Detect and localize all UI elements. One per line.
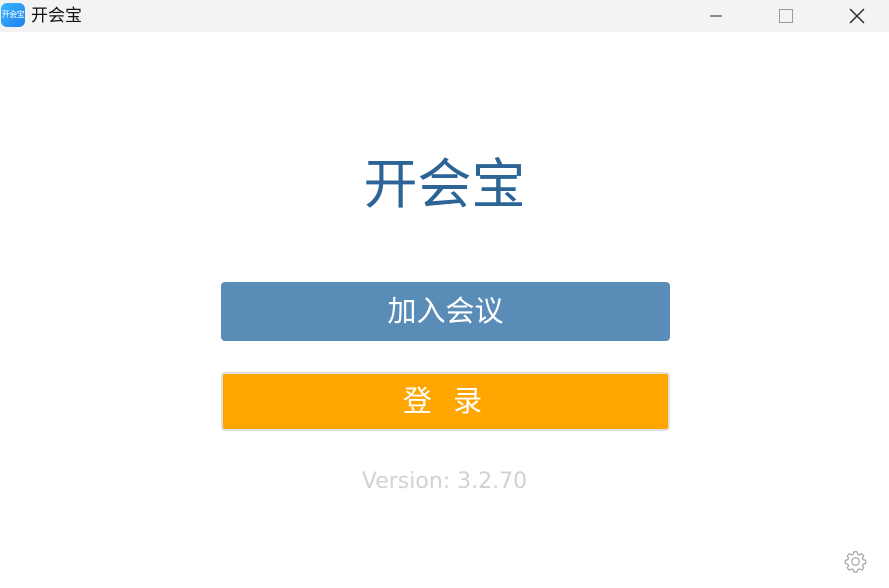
close-button[interactable] (834, 0, 880, 32)
maximize-button[interactable] (763, 0, 809, 32)
minimize-icon (710, 15, 722, 17)
app-heading: 开会宝 (363, 153, 526, 216)
join-meeting-button[interactable]: 加入会议 (221, 282, 670, 341)
window-title: 开会宝 (31, 6, 82, 26)
version-label: Version: 3.2.70 (361, 469, 528, 494)
main-window: 开会宝 开会宝 开会宝 加入会议 登 录 Version: 3.2.70 (0, 0, 889, 588)
minimize-button[interactable] (693, 0, 739, 32)
title-bar[interactable]: 开会宝 开会宝 (0, 0, 889, 32)
login-button[interactable]: 登 录 (221, 372, 670, 431)
settings-button[interactable] (843, 549, 868, 574)
gear-icon (844, 550, 867, 573)
close-icon (849, 8, 865, 24)
maximize-icon (779, 9, 793, 23)
app-logo-icon: 开会宝 (1, 3, 25, 27)
